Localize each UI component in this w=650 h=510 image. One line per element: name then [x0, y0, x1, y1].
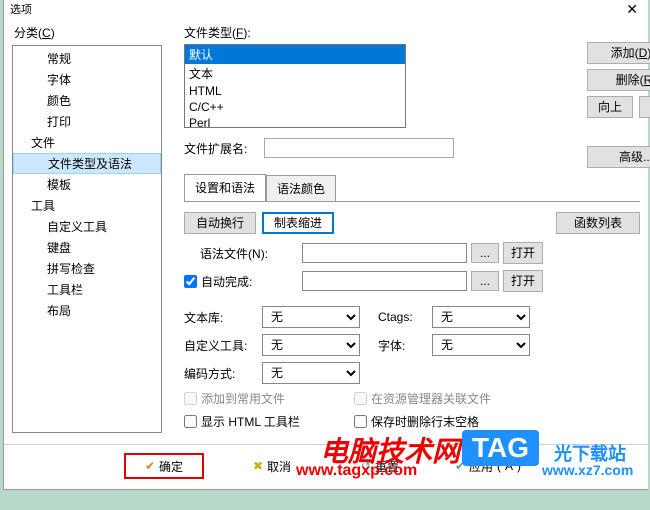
filetype-item-c[interactable]: C/C++ [185, 99, 405, 115]
ctags-select[interactable]: 无 [432, 306, 530, 328]
sidebar: 分类(C) 常规 字体 颜色 打印 文件 文件类型及语法 模板 工具 自定义工具… [12, 24, 172, 438]
autowrap-button[interactable]: 自动换行 [184, 212, 256, 234]
funclist-button[interactable]: 函数列表 [556, 212, 640, 234]
syntaxfile-open-button[interactable]: 打开 [503, 242, 543, 264]
filetype-item-default[interactable]: 默认 [185, 45, 405, 64]
tree-item-color[interactable]: 颜色 [13, 90, 161, 111]
tab-settings[interactable]: 设置和语法 [184, 174, 266, 201]
preserve-blank-checkbox[interactable]: 保存时删除行末空格 [354, 413, 524, 430]
filetype-item-html[interactable]: HTML [185, 83, 405, 99]
syntaxfile-input[interactable] [302, 243, 467, 263]
tree-item-toolbar[interactable]: 工具栏 [13, 279, 161, 300]
autocomplete-row: 自动完成: [184, 273, 302, 290]
close-icon[interactable]: ✕ [622, 1, 642, 18]
explorer-assoc-checkbox[interactable]: 在资源管理器关联文件 [354, 390, 524, 407]
autocomplete-checkbox[interactable]: 自动完成: [184, 273, 302, 290]
ctags-label: Ctags: [378, 310, 432, 324]
tree-item-layout[interactable]: 布局 [13, 300, 161, 321]
ok-button[interactable]: ✔确定 [124, 453, 204, 479]
customtool-label: 自定义工具: [184, 337, 262, 354]
category-tree[interactable]: 常规 字体 颜色 打印 文件 文件类型及语法 模板 工具 自定义工具 键盘 拼写… [12, 45, 162, 433]
ext-label: 文件扩展名: [184, 140, 264, 157]
check-icon: ✔ [145, 459, 155, 473]
textlib-select[interactable]: 无 [262, 306, 360, 328]
title-text: 选项 [10, 1, 32, 17]
reset-icon: ↺ [361, 459, 371, 473]
main-panel: 文件类型(F): 默认 文本 HTML C/C++ Perl 添加(D)... … [172, 24, 640, 438]
down-button[interactable]: 向下 [639, 96, 650, 118]
x-icon: ✖ [253, 459, 263, 473]
options-dialog: 选项 ✕ 分类(C) 常规 字体 颜色 打印 文件 文件类型及语法 模板 工具 … [3, 0, 648, 490]
syntaxfile-browse-button[interactable]: ... [471, 243, 499, 263]
filetypes-label: 文件类型(F): [184, 24, 640, 41]
tree-item-font[interactable]: 字体 [13, 69, 161, 90]
font-label: 字体: [378, 337, 432, 354]
tree-item-keyboard[interactable]: 键盘 [13, 237, 161, 258]
syntaxfile-label: 语法文件(N): [184, 245, 302, 262]
tabindent-button[interactable]: 制表缩进 [262, 212, 334, 234]
autocomplete-open-button[interactable]: 打开 [503, 270, 543, 292]
footer: ✔确定 ✖取消 ↺重置 ✔应用(A) [4, 444, 648, 479]
tab-syntax-colors[interactable]: 语法颜色 [266, 175, 336, 202]
tab-content: 自动换行 制表缩进 函数列表 语法文件(N): ... 打开 [184, 202, 640, 430]
tree-item-tools[interactable]: 工具 [13, 195, 161, 216]
encoding-select[interactable]: 无 [262, 362, 360, 384]
tree-item-template[interactable]: 模板 [13, 174, 161, 195]
tree-item-custom-tool[interactable]: 自定义工具 [13, 216, 161, 237]
tree-item-general[interactable]: 常规 [13, 48, 161, 69]
tree-item-filetype-syntax[interactable]: 文件类型及语法 [13, 153, 161, 174]
show-html-toolbar-checkbox[interactable]: 显示 HTML 工具栏 [184, 413, 354, 430]
autocomplete-check-input[interactable] [184, 275, 197, 288]
add-button[interactable]: 添加(D)... [587, 42, 650, 64]
sidebar-label: 分类(C) [12, 24, 172, 41]
filetype-item-text[interactable]: 文本 [185, 64, 405, 83]
encoding-label: 编码方式: [184, 365, 262, 382]
filetypes-listbox[interactable]: 默认 文本 HTML C/C++ Perl [184, 44, 406, 128]
apply-button[interactable]: ✔应用(A) [448, 453, 528, 479]
autocomplete-input[interactable] [302, 271, 467, 291]
ext-input[interactable] [264, 138, 454, 158]
apply-icon: ✔ [455, 459, 465, 473]
add-common-checkbox[interactable]: 添加到常用文件 [184, 390, 354, 407]
tab-bar: 设置和语法 语法颜色 [184, 174, 640, 201]
up-button[interactable]: 向上 [587, 96, 633, 118]
font-select[interactable]: 无 [432, 334, 530, 356]
delete-button[interactable]: 删除(R) [587, 69, 650, 91]
cancel-button[interactable]: ✖取消 [232, 453, 312, 479]
reset-button[interactable]: ↺重置 [340, 453, 420, 479]
customtool-select[interactable]: 无 [262, 334, 360, 356]
tree-item-file[interactable]: 文件 [13, 132, 161, 153]
tree-item-print[interactable]: 打印 [13, 111, 161, 132]
tree-item-spell[interactable]: 拼写检查 [13, 258, 161, 279]
filetype-item-perl[interactable]: Perl [185, 115, 405, 128]
textlib-label: 文本库: [184, 309, 262, 326]
titlebar: 选项 ✕ [4, 0, 648, 18]
autocomplete-browse-button[interactable]: ... [471, 271, 499, 291]
advanced-button[interactable]: 高级... [587, 146, 650, 168]
